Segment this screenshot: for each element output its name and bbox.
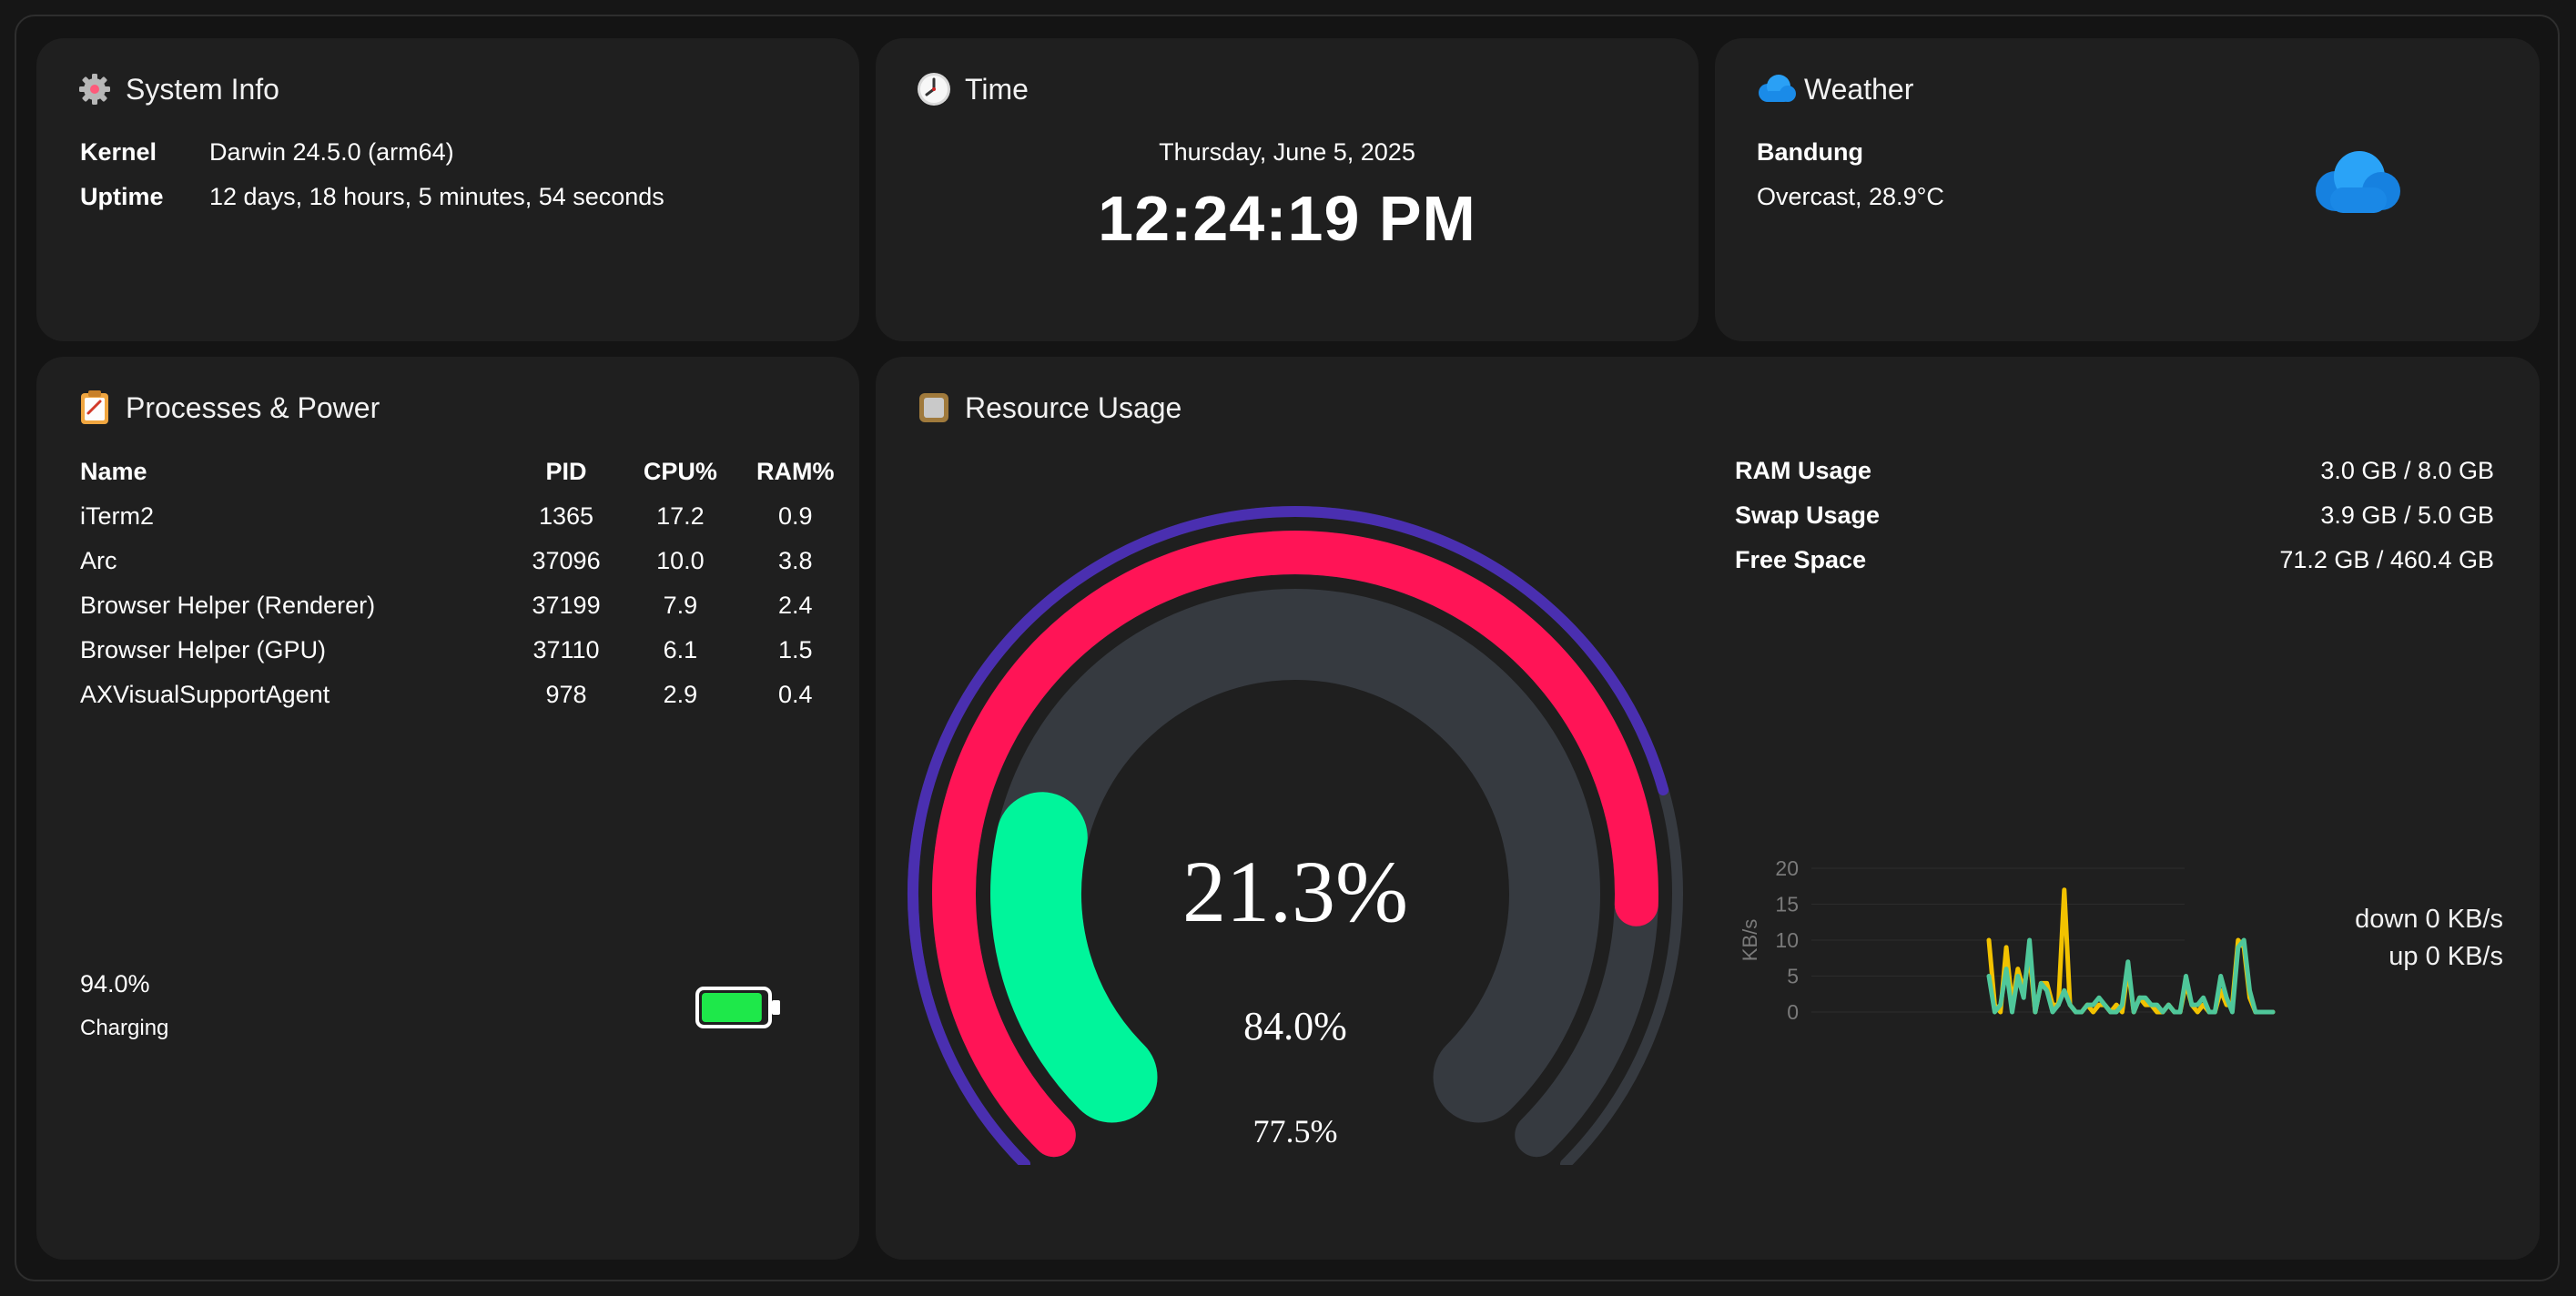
gauge-outer-label: 77.5%: [1253, 1113, 1338, 1149]
process-name: Browser Helper (GPU): [80, 636, 327, 663]
gauge-inner-label: 21.3%: [1182, 843, 1408, 940]
swap-usage-row: Swap Usage 3.9 GB / 5.0 GB: [1735, 501, 2494, 530]
weather-title-text: Weather: [1804, 72, 1914, 106]
network-chart: 20 15 10 5 0 KB/s: [1739, 856, 2276, 1024]
processes-title-text: Processes & Power: [126, 390, 380, 424]
kernel-row: Kernel Darwin 24.5.0 (arm64): [80, 138, 454, 167]
clock-icon: [916, 71, 952, 107]
resource-title: Resource Usage: [916, 390, 1182, 426]
col-pid-header[interactable]: PID: [509, 457, 624, 501]
kernel-value: Darwin 24.5.0 (arm64): [209, 138, 454, 166]
table-row[interactable]: Arc 37096 10.0 3.8: [80, 546, 854, 591]
cpu-chip-icon: [916, 390, 952, 426]
process-ram: 0.9: [778, 502, 813, 530]
uptime-row: Uptime 12 days, 18 hours, 5 minutes, 54 s…: [80, 183, 664, 211]
battery-fill: [702, 993, 762, 1022]
table-row[interactable]: Browser Helper (GPU) 37110 6.1 1.5: [80, 635, 854, 680]
table-row[interactable]: Browser Helper (Renderer) 37199 7.9 2.4: [80, 591, 854, 635]
system-info-title-text: System Info: [126, 72, 279, 106]
clipboard-icon: [76, 390, 113, 426]
col-cpu-header[interactable]: CPU%: [624, 457, 736, 501]
uptime-label: Uptime: [80, 183, 164, 210]
swap-usage-label: Swap Usage: [1735, 501, 1881, 529]
weather-large-cloud-icon: [2310, 146, 2405, 225]
date-text: Thursday, June 5, 2025: [1159, 138, 1415, 166]
process-cpu: 10.0: [656, 547, 705, 574]
time-title-text: Time: [965, 72, 1029, 106]
resource-gauge: 21.3% 84.0% 77.5%: [908, 505, 1683, 1165]
free-space-label: Free Space: [1735, 546, 1867, 573]
process-cpu: 7.9: [663, 592, 698, 619]
chart-ytick-label: 20: [1775, 856, 1799, 880]
gauge-inner-value-arc: [990, 792, 1158, 1123]
process-name: Arc: [80, 547, 117, 574]
battery-status: Charging: [80, 1016, 169, 1040]
net-down-text: down 0 KB/s: [2355, 905, 2503, 934]
process-cpu: 6.1: [663, 636, 698, 663]
process-cpu: 17.2: [656, 502, 705, 530]
time-card: Time Thursday, June 5, 2025 12:24:19 PM: [876, 38, 1699, 341]
clock-text: 12:24:19 PM: [1098, 183, 1476, 254]
processes-title: Processes & Power: [76, 390, 380, 426]
process-table-header: Name PID CPU% RAM%: [80, 457, 854, 501]
time-title: Time: [916, 71, 1029, 107]
ram-usage-row: RAM Usage 3.0 GB / 8.0 GB: [1735, 457, 2494, 485]
resource-title-text: Resource Usage: [965, 390, 1182, 424]
battery-icon: [695, 987, 783, 1033]
chart-series-line-1: [1986, 937, 2276, 1015]
swap-usage-value: 3.9 GB / 5.0 GB: [2320, 501, 2494, 529]
gauge-middle-label: 84.0%: [1243, 1004, 1347, 1048]
process-ram: 0.4: [778, 681, 813, 708]
net-up-text: up 0 KB/s: [2388, 942, 2503, 971]
process-pid: 37199: [532, 592, 601, 619]
process-pid: 1365: [539, 502, 594, 530]
free-space-value: 71.2 GB / 460.4 GB: [2279, 546, 2494, 573]
weather-city: Bandung: [1757, 138, 1863, 166]
chart-ytick-label: 0: [1787, 1000, 1799, 1024]
chart-ytick-label: 5: [1787, 965, 1799, 988]
col-name-header[interactable]: Name: [80, 457, 509, 501]
gear-icon: [76, 71, 113, 107]
process-pid: 37110: [532, 636, 600, 663]
table-row[interactable]: iTerm2 1365 17.2 0.9: [80, 501, 854, 546]
chart-ylabel: KB/s: [1739, 919, 1761, 961]
battery-percent: 94.0%: [80, 970, 150, 997]
uptime-value: 12 days, 18 hours, 5 minutes, 54 seconds: [209, 183, 664, 210]
weather-condition: Overcast, 28.9°C: [1757, 183, 1944, 210]
process-name: iTerm2: [80, 502, 155, 530]
process-name: Browser Helper (Renderer): [80, 592, 376, 619]
system-info-title: System Info: [76, 71, 279, 107]
chart-ytick-label: 10: [1775, 928, 1799, 952]
weather-card: Weather Bandung Overcast, 28.9°C: [1715, 38, 2540, 341]
weather-title: Weather: [1755, 71, 1913, 107]
ram-usage-value: 3.0 GB / 8.0 GB: [2320, 457, 2494, 484]
kernel-label: Kernel: [80, 138, 157, 166]
ram-usage-label: RAM Usage: [1735, 457, 1872, 484]
process-pid: 978: [545, 681, 587, 708]
process-cpu: 2.9: [663, 681, 698, 708]
process-pid: 37096: [532, 547, 601, 574]
process-ram: 2.4: [778, 592, 813, 619]
process-name: AXVisualSupportAgent: [80, 681, 330, 708]
process-ram: 1.5: [778, 636, 813, 663]
free-space-row: Free Space 71.2 GB / 460.4 GB: [1735, 546, 2494, 574]
col-ram-header[interactable]: RAM%: [737, 457, 854, 501]
processes-power-card: Processes & Power Name PID CPU% RAM% iTe…: [36, 357, 859, 1260]
cloud-icon: [1755, 71, 1796, 107]
system-info-card: System Info Kernel Darwin 24.5.0 (arm64) …: [36, 38, 859, 341]
chart-ytick-label: 15: [1775, 893, 1799, 916]
table-row[interactable]: AXVisualSupportAgent 978 2.9 0.4: [80, 680, 854, 724]
process-ram: 3.8: [778, 547, 813, 574]
process-table: Name PID CPU% RAM% iTerm2 1365 17.2 0.9 …: [80, 457, 854, 724]
